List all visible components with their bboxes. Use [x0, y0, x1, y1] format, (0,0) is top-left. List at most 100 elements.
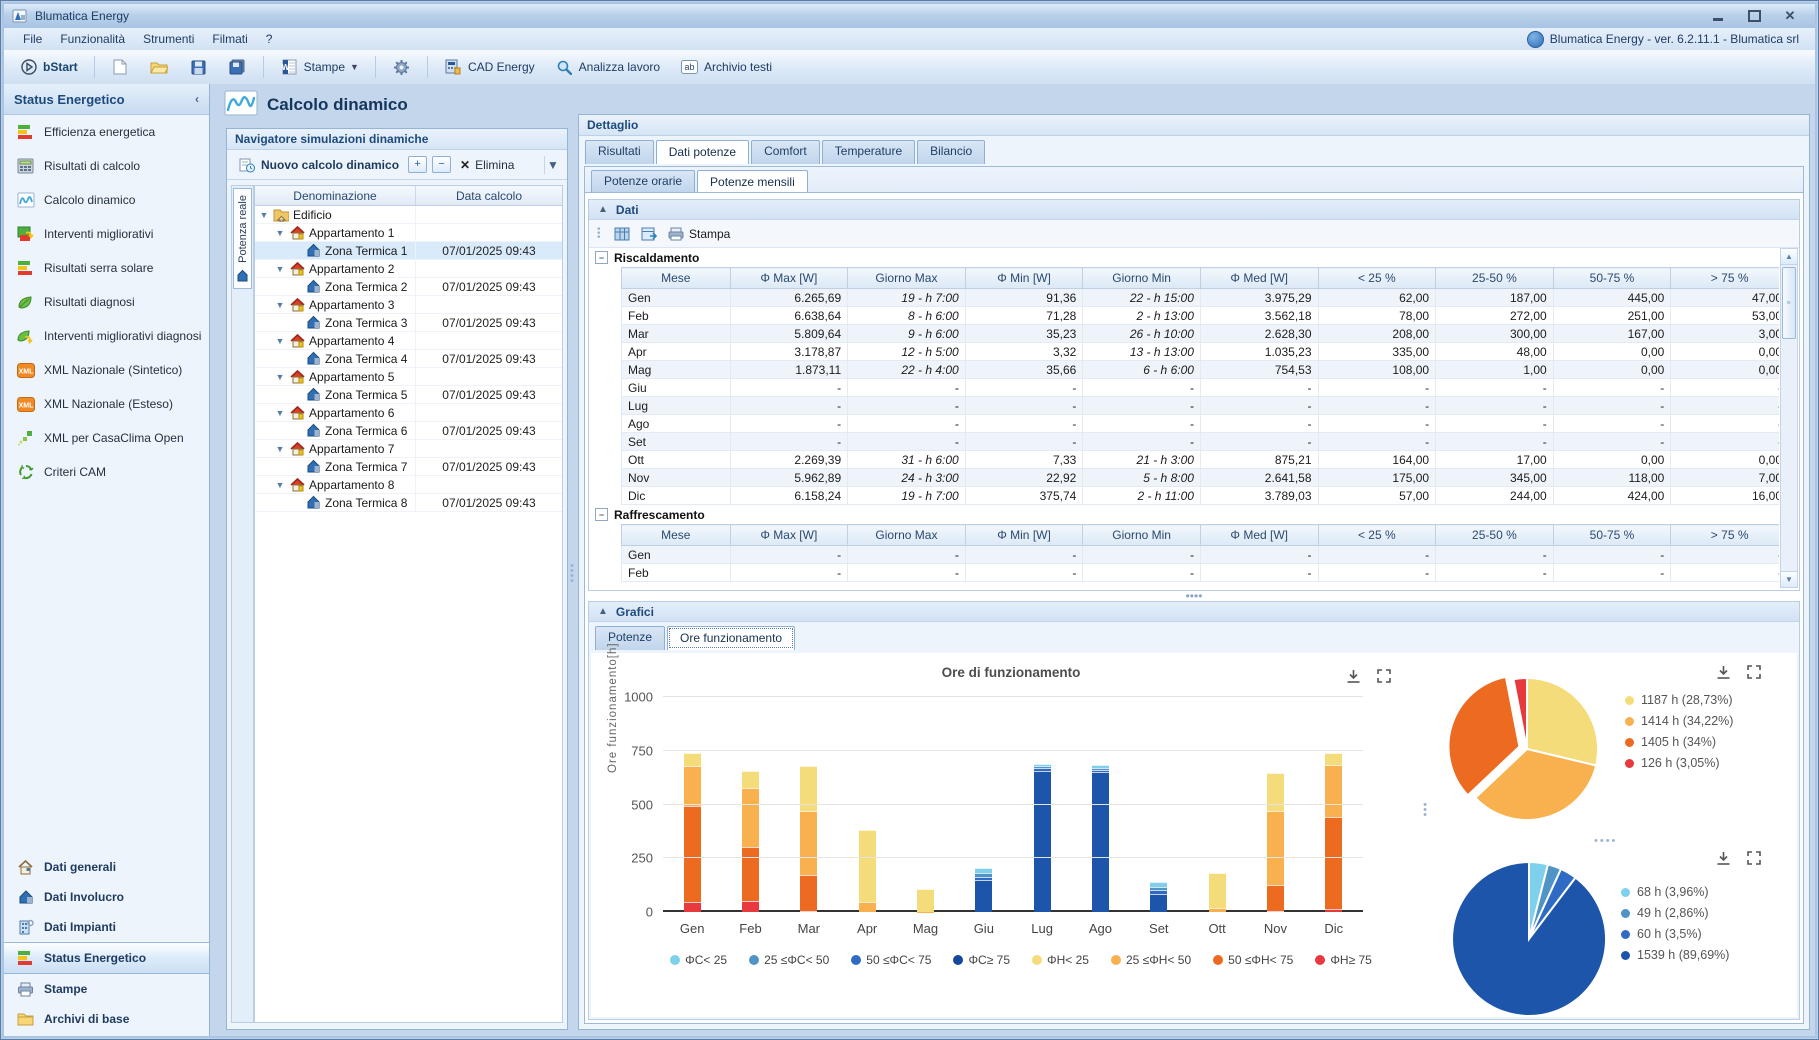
tree-expander-icon[interactable]: ▼: [275, 336, 285, 346]
pie-legend-item[interactable]: 1539 h (89,69%): [1621, 948, 1729, 962]
grafici-section-header[interactable]: ▲ Grafici: [589, 602, 1799, 622]
tree-row-appartamento-6[interactable]: ▼Appartamento 6: [255, 404, 562, 422]
legend-25-c-50[interactable]: 25 ≤ΦC< 50: [749, 953, 829, 967]
minimize-button[interactable]: [1707, 9, 1729, 23]
sidebar-item-dati-involucro[interactable]: Dati Involucro: [4, 882, 209, 912]
tab-temperature[interactable]: Temperature: [822, 140, 915, 164]
tree-row-zona-termica-6[interactable]: Zona Termica 6 07/01/2025 09:43: [255, 422, 562, 440]
collapse-group-icon[interactable]: −: [595, 508, 608, 521]
expand-all-button[interactable]: +: [408, 156, 427, 173]
table-row[interactable]: Gen6.265,6919 - h 7:0091,3622 - h 15:003…: [622, 289, 1780, 307]
tree-row-zona-termica-2[interactable]: Zona Termica 2 07/01/2025 09:43: [255, 278, 562, 296]
legend-c-75[interactable]: ΦC≥ 75: [953, 953, 1010, 967]
sidebar-item-stampe[interactable]: Stampe: [4, 974, 209, 1004]
tree-row-appartamento-2[interactable]: ▼Appartamento 2: [255, 260, 562, 278]
grid-view-button[interactable]: [612, 225, 631, 243]
tab-risultati[interactable]: Risultati: [585, 140, 654, 164]
delete-button[interactable]: ✕ Elimina: [456, 155, 518, 175]
sidebar-item-status-energetico[interactable]: Status Energetico: [4, 942, 209, 974]
fullscreen-pie2-button[interactable]: [1747, 851, 1761, 869]
sidebar-item-risultati-serra-solare[interactable]: Risultati serra solare: [4, 251, 209, 285]
scroll-down-button[interactable]: ▼: [1781, 571, 1797, 587]
table-row[interactable]: Mar5.809,649 - h 6:0035,2326 - h 10:002.…: [622, 325, 1780, 343]
table-row[interactable]: Dic6.158,2419 - h 7:00375,742 - h 11:003…: [622, 487, 1780, 505]
tree-row-appartamento-8[interactable]: ▼Appartamento 8: [255, 476, 562, 494]
pie-legend-item[interactable]: 1405 h (34%): [1625, 735, 1733, 749]
stampe-dropdown-button[interactable]: W Stampe▼: [273, 54, 366, 80]
tree-row-appartamento-5[interactable]: ▼Appartamento 5: [255, 368, 562, 386]
pie-legend-item[interactable]: 60 h (3,5%): [1621, 927, 1729, 941]
menu-[interactable]: ?: [257, 30, 282, 48]
group-raffrescamento[interactable]: −Raffrescamento: [595, 505, 1779, 524]
archivio-testi-button[interactable]: ab Archivio testi: [673, 54, 779, 80]
tree-expander-icon[interactable]: ▼: [259, 210, 269, 220]
menu-file[interactable]: File: [14, 30, 51, 48]
tab-potenza-reale[interactable]: Potenza reale: [233, 188, 252, 289]
legend-50-h-75[interactable]: 50 ≤ΦH< 75: [1213, 953, 1293, 967]
sidebar-item-criteri-cam[interactable]: Criteri CAM: [4, 455, 209, 489]
panel-splitter[interactable]: ••••: [570, 564, 574, 584]
analizza-lavoro-button[interactable]: Analizza lavoro: [548, 54, 667, 80]
toolbar-grip[interactable]: •••: [597, 228, 603, 240]
sidebar-item-archivi-di-base[interactable]: Archivi di base: [4, 1004, 209, 1034]
pie-legend-item[interactable]: 1414 h (34,22%): [1625, 714, 1733, 728]
tree-row-zona-termica-1[interactable]: Zona Termica 1 07/01/2025 09:43: [255, 242, 562, 260]
column-data-calcolo[interactable]: Data calcolo: [416, 186, 562, 205]
column-denominazione[interactable]: Denominazione: [255, 186, 416, 205]
table-row[interactable]: Ott2.269,3931 - h 6:007,3321 - h 3:00875…: [622, 451, 1780, 469]
tree-row-zona-termica-5[interactable]: Zona Termica 5 07/01/2025 09:43: [255, 386, 562, 404]
tree-row-edificio[interactable]: ▼Edificio: [255, 206, 562, 224]
tree-expander-icon[interactable]: ▼: [275, 264, 285, 274]
menu-strumenti[interactable]: Strumenti: [134, 30, 203, 48]
tree-row-appartamento-3[interactable]: ▼Appartamento 3: [255, 296, 562, 314]
menu-filmati[interactable]: Filmati: [203, 30, 256, 48]
tree-row-zona-termica-7[interactable]: Zona Termica 7 07/01/2025 09:43: [255, 458, 562, 476]
sidebar-item-interventi-migliorativi[interactable]: Interventi migliorativi: [4, 217, 209, 251]
menu-funzionalit[interactable]: Funzionalità: [51, 30, 134, 48]
tree-row-zona-termica-4[interactable]: Zona Termica 4 07/01/2025 09:43: [255, 350, 562, 368]
sidebar-item-calcolo-dinamico[interactable]: Calcolo dinamico: [4, 183, 209, 217]
table-row[interactable]: Gen---------: [622, 546, 1780, 564]
sidebar-item-xml-nazionale-esteso[interactable]: XMLXML Nazionale (Esteso): [4, 387, 209, 421]
legend-h-25[interactable]: ΦH< 25: [1032, 953, 1089, 967]
legend-50-c-75[interactable]: 50 ≤ΦC< 75: [851, 953, 931, 967]
restore-button[interactable]: [1743, 9, 1765, 23]
tab-comfort[interactable]: Comfort: [751, 140, 820, 164]
close-button[interactable]: ✕: [1779, 9, 1801, 23]
scroll-up-button[interactable]: ▲: [1781, 249, 1797, 265]
table-row[interactable]: Feb6.638,648 - h 6:0071,282 - h 13:003.5…: [622, 307, 1780, 325]
legend-25-h-50[interactable]: 25 ≤ΦH< 50: [1111, 953, 1191, 967]
legend-h-75[interactable]: ΦH≥ 75: [1315, 953, 1372, 967]
pie-splitter[interactable]: ••••: [1594, 839, 1617, 844]
sidebar-item-risultati-diagnosi[interactable]: Risultati diagnosi: [4, 285, 209, 319]
tab-bilancio[interactable]: Bilancio: [917, 140, 985, 164]
table-row[interactable]: Apr3.178,8712 - h 5:003,3213 - h 13:001.…: [622, 343, 1780, 361]
table-row[interactable]: Mag1.873,1122 - h 4:0035,666 - h 6:00754…: [622, 361, 1780, 379]
tab-potenze-mensili[interactable]: Potenze mensili: [697, 170, 808, 192]
stampa-button[interactable]: Stampa: [668, 227, 730, 241]
table-row[interactable]: Feb---------: [622, 564, 1780, 582]
collapse-group-icon[interactable]: −: [595, 251, 608, 264]
tab-dati-potenze[interactable]: Dati potenze: [656, 140, 749, 164]
tree-expander-icon[interactable]: ▼: [275, 372, 285, 382]
tree-row-appartamento-7[interactable]: ▼Appartamento 7: [255, 440, 562, 458]
sidebar-item-xml-nazionale-sintetico[interactable]: XMLXML Nazionale (Sintetico): [4, 353, 209, 387]
sidebar-item-efficienza-energetica[interactable]: Efficienza energetica: [4, 115, 209, 149]
sidebar-item-dati-generali[interactable]: Dati generali: [4, 852, 209, 882]
table-row[interactable]: Set---------: [622, 433, 1780, 451]
dati-scrollbar[interactable]: ▲ ≡ ▼: [1780, 248, 1798, 588]
tab-potenze[interactable]: Potenze: [595, 626, 665, 650]
group-riscaldamento[interactable]: −Riscaldamento: [595, 248, 1779, 267]
sidebar-item-xml-per-casaclima-open[interactable]: XML per CasaClima Open: [4, 421, 209, 455]
bstart-button[interactable]: bStart: [12, 54, 85, 80]
tree-row-appartamento-1[interactable]: ▼Appartamento 1: [255, 224, 562, 242]
sidebar-item-risultati-di-calcolo[interactable]: Risultati di calcolo: [4, 149, 209, 183]
table-row[interactable]: Ago---------: [622, 415, 1780, 433]
sidebar-item-interventi-migliorativi-diagnosi[interactable]: Interventi migliorativi diagnosi: [4, 319, 209, 353]
fullscreen-chart-button[interactable]: [1377, 669, 1391, 687]
tree-expander-icon[interactable]: ▼: [275, 408, 285, 418]
section-splitter[interactable]: ••••: [590, 591, 1798, 600]
grid-export-button[interactable]: [640, 225, 659, 243]
sidebar-item-dati-impianti[interactable]: Dati Impianti: [4, 912, 209, 942]
tree-expander-icon[interactable]: ▼: [275, 300, 285, 310]
